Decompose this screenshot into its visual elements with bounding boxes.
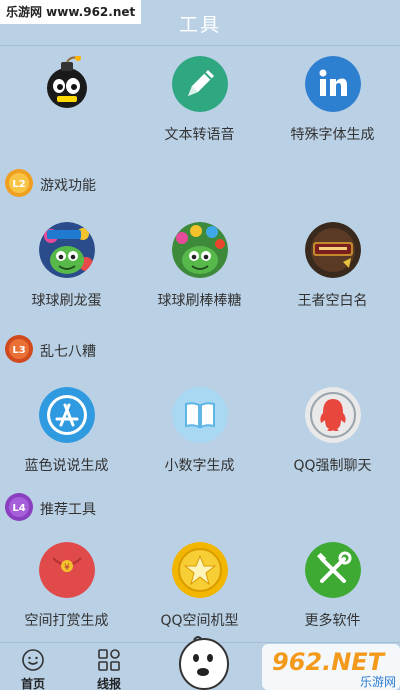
tool-item-qq-force-chat[interactable]: QQ强制聊天 bbox=[266, 387, 399, 487]
tool-item-bomb[interactable] bbox=[0, 55, 133, 156]
badge-text: L4 bbox=[12, 503, 25, 514]
tool-item-more-software[interactable]: 更多软件 bbox=[266, 542, 399, 642]
tool-row-2: 球球刷龙蛋 球球刷棒棒糖 王者空白名 bbox=[0, 222, 400, 322]
tab-news[interactable]: 线报 bbox=[76, 643, 142, 690]
grid-icon bbox=[97, 648, 121, 672]
qq-penguin-icon bbox=[304, 387, 361, 443]
red-envelope-icon: ¥ bbox=[38, 542, 95, 598]
tool-label: 球球刷棒棒糖 bbox=[157, 293, 242, 309]
section-header-games: L2 游戏功能 bbox=[0, 168, 400, 200]
tool-item-blue-shuoshuo[interactable]: 蓝色说说生成 bbox=[0, 387, 133, 487]
tool-row-1: 文本转语音 特殊字体生成 bbox=[0, 55, 400, 156]
game-monster-icon bbox=[38, 222, 95, 278]
section-title: 游戏功能 bbox=[40, 178, 96, 194]
tool-item-text-to-speech[interactable]: 文本转语音 bbox=[133, 56, 266, 156]
gold-coin-star-icon bbox=[171, 542, 228, 598]
logo-text: 962.NET bbox=[272, 648, 386, 676]
tool-label: 蓝色说说生成 bbox=[24, 458, 109, 474]
tool-label: 特殊字体生成 bbox=[290, 127, 375, 143]
level-badge-icon: L2 bbox=[4, 168, 34, 198]
app-header: 乐游网 www.962.net 工具 bbox=[0, 0, 400, 46]
tool-label: 更多软件 bbox=[304, 613, 361, 629]
tool-label: 文本转语音 bbox=[164, 127, 235, 143]
tool-item-dragon-egg[interactable]: 球球刷龙蛋 bbox=[0, 222, 133, 322]
tools-icon bbox=[304, 542, 361, 598]
smiley-icon bbox=[21, 648, 45, 672]
tab-label: 线报 bbox=[96, 677, 121, 690]
tool-label: 小数字生成 bbox=[164, 458, 235, 474]
tool-label: QQ空间机型 bbox=[160, 613, 239, 629]
game-monster-candy-icon bbox=[171, 222, 228, 278]
level-badge-icon: L3 bbox=[4, 334, 34, 364]
tool-item-lollipop[interactable]: 球球刷棒棒糖 bbox=[133, 222, 266, 322]
tab-home[interactable]: 首页 bbox=[0, 643, 66, 690]
app-store-icon bbox=[38, 387, 95, 443]
book-icon bbox=[171, 387, 228, 443]
tool-row-4: ¥ 空间打赏生成 QQ空间机型 更多软件 bbox=[0, 542, 400, 642]
linkedin-icon bbox=[304, 56, 361, 112]
badge-text: L3 bbox=[12, 345, 25, 356]
tool-item-space-reward[interactable]: ¥ 空间打赏生成 bbox=[0, 542, 133, 642]
section-title: 乱七八糟 bbox=[40, 344, 96, 360]
bomb-icon bbox=[39, 55, 95, 112]
tool-label: 王者空白名 bbox=[297, 293, 368, 309]
tab-label: 首页 bbox=[20, 677, 45, 690]
logo-subtext: 乐游网 bbox=[360, 675, 396, 689]
svg-text:¥: ¥ bbox=[64, 563, 70, 573]
center-mascot-button[interactable] bbox=[176, 632, 232, 690]
site-logo-watermark: 962.NET 乐游网 bbox=[262, 640, 400, 690]
badge-text: L2 bbox=[12, 179, 25, 190]
tool-item-qzone-device[interactable]: QQ空间机型 bbox=[133, 542, 266, 642]
section-header-recommended: L4 推荐工具 bbox=[0, 492, 400, 524]
tool-label: 空间打赏生成 bbox=[24, 613, 109, 629]
section-header-misc: L3 乱七八糟 bbox=[0, 334, 400, 366]
tool-item-special-font[interactable]: 特殊字体生成 bbox=[266, 56, 399, 156]
section-title: 推荐工具 bbox=[40, 502, 96, 518]
king-glory-icon bbox=[304, 222, 361, 278]
pencil-icon bbox=[171, 56, 228, 112]
tool-item-king-blank-name[interactable]: 王者空白名 bbox=[266, 222, 399, 322]
tool-label: 球球刷龙蛋 bbox=[31, 293, 102, 309]
tool-item-small-digits[interactable]: 小数字生成 bbox=[133, 387, 266, 487]
tool-label: QQ强制聊天 bbox=[293, 458, 372, 474]
tool-row-3: 蓝色说说生成 小数字生成 QQ强制聊天 bbox=[0, 387, 400, 487]
level-badge-icon: L4 bbox=[4, 492, 34, 522]
page-title: 工具 bbox=[178, 14, 221, 36]
